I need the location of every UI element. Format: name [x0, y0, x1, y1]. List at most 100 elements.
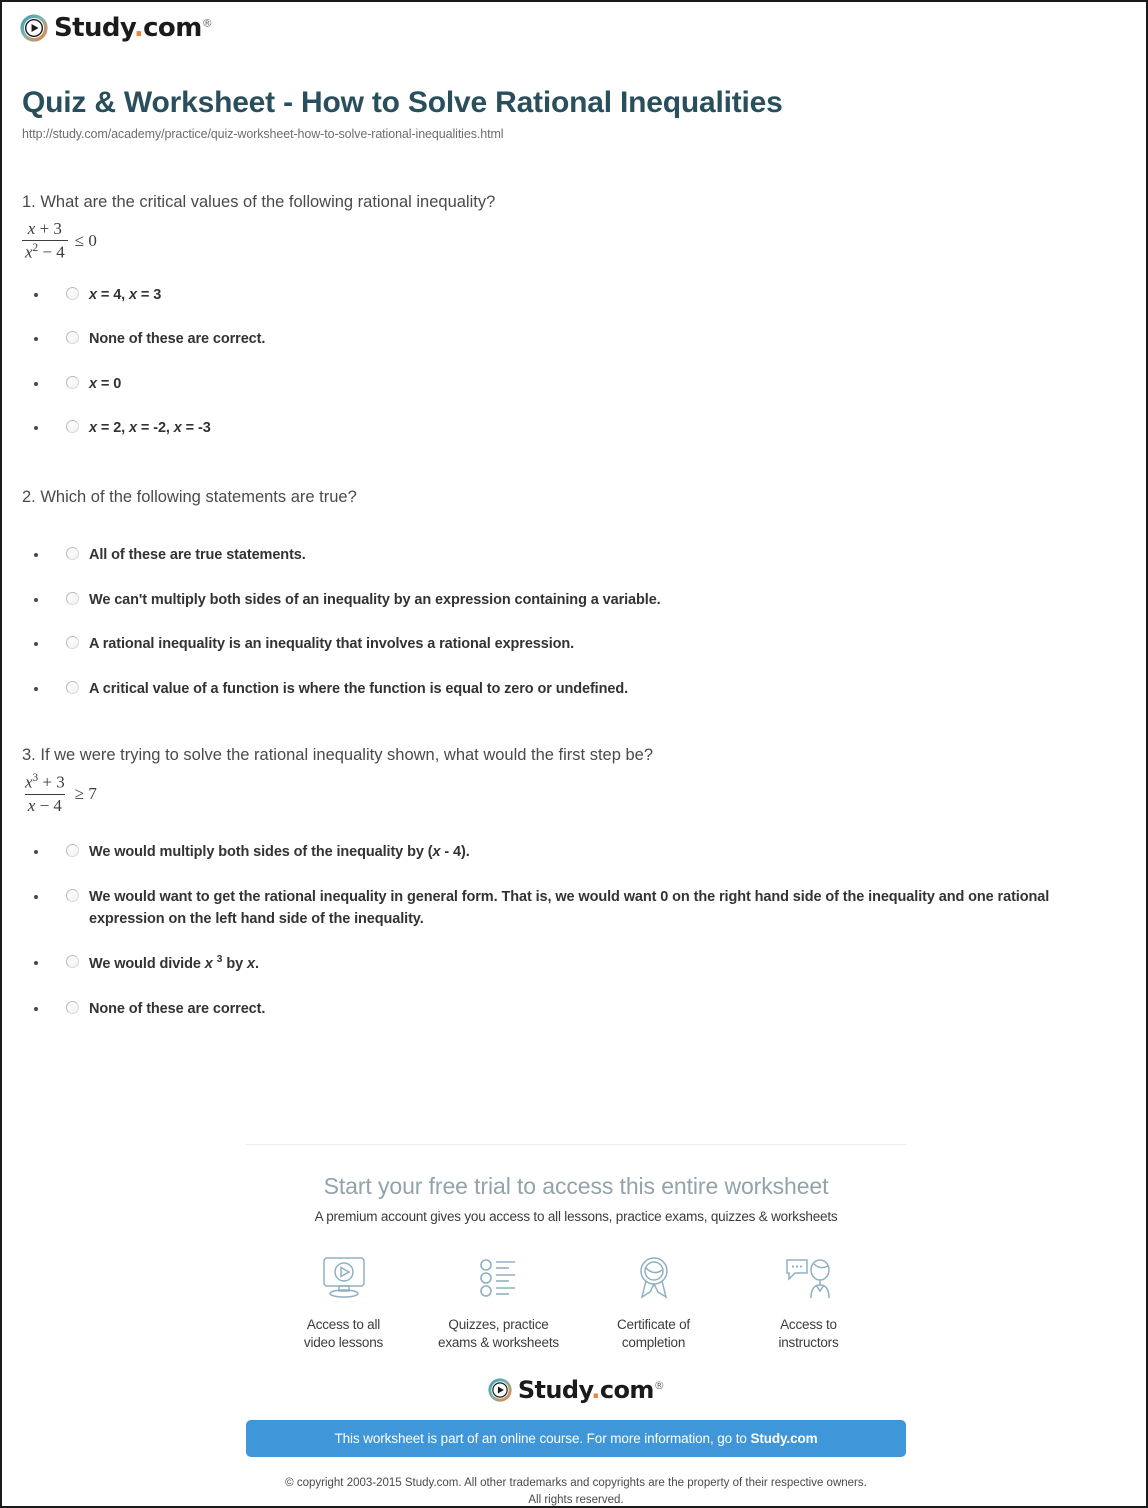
- question-3: 3. If we were trying to solve the ration…: [2, 744, 1146, 1020]
- checklist-icon: [424, 1250, 574, 1306]
- radio-unchecked-icon[interactable]: [66, 420, 79, 434]
- option-item[interactable]: All of these are true statements.: [2, 544, 1146, 566]
- logo-wordmark: Study.com®: [54, 13, 213, 43]
- option-label: None of these are correct.: [89, 1000, 266, 1017]
- question-1-math: x + 3 x2 − 4 ≤ 0: [22, 219, 1146, 262]
- option-label: None of these are correct.: [89, 331, 266, 348]
- feature-label: Access to instructors: [778, 1317, 839, 1351]
- radio-unchecked-icon[interactable]: [66, 591, 79, 605]
- option-label: x = 4, x = 3: [89, 287, 162, 304]
- promo-subheadline: A premium account gives you access to al…: [314, 1209, 838, 1224]
- question-1-numerator: x + 3: [27, 219, 62, 239]
- radio-unchecked-icon[interactable]: [66, 331, 79, 345]
- question-1-options: x = 4, x = 3 None of these are correct. …: [2, 284, 1146, 440]
- option-label: We can't multiply both sides of an inequ…: [89, 591, 661, 608]
- option-item[interactable]: x = 2, x = -2, x = -3: [2, 417, 1146, 439]
- feature-label: Quizzes, practice exams & worksheets: [438, 1317, 559, 1351]
- question-2-prompt: Which of the following statements are tr…: [40, 487, 357, 506]
- question-3-math: x3 + 3 x − 4 ≥ 7: [22, 772, 1146, 815]
- option-label: All of these are true statements.: [89, 547, 306, 564]
- option-item[interactable]: x = 4, x = 3: [2, 284, 1146, 306]
- logo-word-main: Study: [517, 1376, 592, 1405]
- option-label: x = 2, x = -2, x = -3: [89, 420, 211, 437]
- upsell-panel: Start your free trial to access this ent…: [246, 1144, 906, 1507]
- radio-unchecked-icon[interactable]: [66, 844, 79, 858]
- logo-word-main: Study: [54, 13, 134, 43]
- feature-label: Certificate of completion: [617, 1317, 690, 1351]
- question-3-relation: ≥ 7: [74, 783, 97, 803]
- logo-wordmark: Study.com®: [517, 1376, 665, 1405]
- question-3-number: 3.: [22, 746, 36, 765]
- question-2: 2. Which of the following statements are…: [2, 486, 1146, 700]
- worksheet-page: Study.com® Quiz & Worksheet - How to Sol…: [0, 0, 1148, 1508]
- option-item[interactable]: We would multiply both sides of the ineq…: [2, 841, 1146, 863]
- question-2-options: All of these are true statements. We can…: [2, 544, 1146, 700]
- copyright-line-1: © copyright 2003-2015 Study.com. All oth…: [285, 1477, 867, 1490]
- option-item[interactable]: A critical value of a function is where …: [2, 678, 1146, 700]
- question-3-options: We would multiply both sides of the ineq…: [2, 841, 1146, 1020]
- option-item[interactable]: We would divide x 3 by x.: [2, 952, 1146, 975]
- radio-unchecked-icon[interactable]: [66, 888, 79, 902]
- option-label: We would want to get the rational inequa…: [89, 888, 1050, 927]
- feature-certificate: Certificate of completion: [579, 1250, 729, 1352]
- radio-unchecked-icon[interactable]: [66, 955, 79, 969]
- question-1-text: 1. What are the critical values of the f…: [22, 191, 1146, 213]
- logo-word-dot: .: [133, 13, 144, 43]
- option-item[interactable]: We can't multiply both sides of an inequ…: [2, 589, 1146, 611]
- question-1-prompt: What are the critical values of the foll…: [40, 193, 496, 211]
- option-item[interactable]: x = 0: [2, 373, 1146, 395]
- copyright-notice: © copyright 2003-2015 Study.com. All oth…: [246, 1475, 906, 1507]
- feature-quizzes: Quizzes, practice exams & worksheets: [424, 1250, 574, 1352]
- feature-instructors: Access to instructors: [734, 1250, 884, 1352]
- questions-container: 1. What are the critical values of the f…: [2, 191, 1146, 1020]
- logo-trademark: ®: [653, 1379, 665, 1393]
- page-url: http://study.com/academy/practice/quiz-w…: [22, 127, 504, 141]
- logo-word-tld: com: [143, 13, 202, 43]
- award-ribbon-icon: [579, 1250, 729, 1306]
- header-logo-row: Study.com®: [2, 2, 1146, 50]
- radio-unchecked-icon[interactable]: [66, 636, 79, 650]
- radio-unchecked-icon[interactable]: [66, 375, 79, 389]
- option-label: x = 0: [89, 375, 122, 392]
- play-circle-icon: [488, 1378, 512, 1403]
- option-label: We would divide x 3 by x.: [89, 954, 259, 973]
- logo-word-dot: .: [591, 1376, 600, 1405]
- question-1-relation: ≤ 0: [74, 230, 97, 250]
- radio-unchecked-icon[interactable]: [66, 287, 79, 301]
- question-1: 1. What are the critical values of the f…: [2, 191, 1146, 440]
- question-1-number: 1.: [22, 193, 36, 211]
- option-label: We would multiply both sides of the ineq…: [89, 844, 470, 861]
- play-circle-icon: [20, 14, 48, 42]
- option-label: A critical value of a function is where …: [89, 680, 629, 697]
- promo-study-com-logo[interactable]: Study.com®: [246, 1378, 906, 1402]
- feature-video-lessons: Access to all video lessons: [269, 1250, 419, 1352]
- option-item[interactable]: We would want to get the rational inequa…: [2, 886, 1146, 931]
- question-3-text: 3. If we were trying to solve the ration…: [22, 744, 1146, 766]
- question-2-number: 2.: [22, 487, 36, 506]
- question-3-numerator: x3 + 3: [25, 772, 65, 792]
- radio-unchecked-icon[interactable]: [66, 680, 79, 694]
- page-title: Quiz & Worksheet - How to Solve Rational…: [22, 86, 783, 119]
- option-item[interactable]: None of these are correct.: [2, 998, 1146, 1020]
- question-3-denominator: x − 4: [24, 793, 65, 816]
- option-item[interactable]: A rational inequality is an inequality t…: [2, 633, 1146, 655]
- monitor-play-icon: [269, 1250, 419, 1306]
- instructor-chat-icon: [734, 1250, 884, 1306]
- study-com-logo[interactable]: Study.com®: [20, 13, 213, 43]
- radio-unchecked-icon[interactable]: [66, 547, 79, 561]
- cta-link[interactable]: Study.com: [750, 1431, 817, 1446]
- question-1-denominator: x2 − 4: [22, 239, 68, 262]
- option-item[interactable]: None of these are correct.: [2, 328, 1146, 350]
- question-2-text: 2. Which of the following statements are…: [22, 486, 1146, 508]
- question-3-prompt: If we were trying to solve the rational …: [40, 746, 654, 765]
- logo-word-tld: com: [599, 1376, 655, 1405]
- copyright-line-2: All rights reserved.: [528, 1494, 624, 1507]
- feature-label: Access to all video lessons: [303, 1317, 384, 1351]
- option-label: A rational inequality is an inequality t…: [89, 636, 575, 653]
- promo-headline: Start your free trial to access this ent…: [323, 1173, 829, 1199]
- cta-banner[interactable]: This worksheet is part of an online cour…: [246, 1420, 906, 1458]
- cta-text: This worksheet is part of an online cour…: [334, 1431, 751, 1447]
- radio-unchecked-icon[interactable]: [66, 1000, 79, 1014]
- logo-trademark: ®: [201, 16, 213, 30]
- promo-features: Access to all video lessons Quizzes, pra…: [246, 1250, 906, 1352]
